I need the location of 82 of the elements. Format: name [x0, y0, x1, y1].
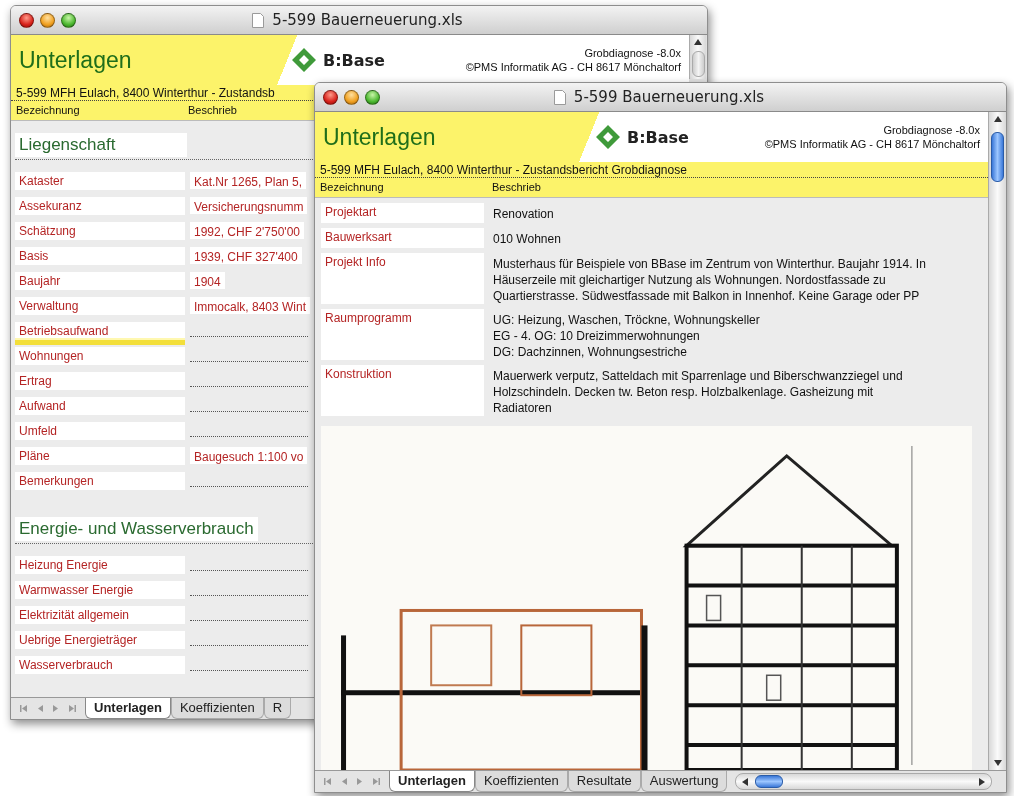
- close-button[interactable]: [323, 89, 338, 105]
- field-label: Raumprogramm: [321, 309, 484, 360]
- sheet-tab[interactable]: Unterlagen: [85, 698, 171, 719]
- vertical-scrollbar[interactable]: [689, 35, 706, 79]
- field-label: Warmwasser Energie: [15, 581, 185, 599]
- zoom-button[interactable]: [365, 89, 380, 105]
- field-label: Wasserverbrauch: [15, 656, 185, 674]
- sheet-tab[interactable]: Koeffizienten: [170, 698, 264, 719]
- field-label: Projektart: [321, 203, 484, 223]
- field-label: Pläne: [15, 447, 185, 465]
- section-title: Liegenschaft: [15, 133, 187, 157]
- field-label: Kataster: [15, 172, 185, 190]
- window-title: 5-599 Bauerneuerung.xls: [272, 11, 463, 29]
- field-value: Immocalk, 8403 Wint: [190, 297, 311, 314]
- field-label: Konstruktion: [321, 365, 484, 416]
- zoom-button[interactable]: [61, 12, 76, 28]
- field-value: Kat.Nr 1265, Plan 5,: [190, 172, 307, 189]
- field-label: Umfeld: [15, 422, 185, 440]
- column-header: Bezeichnung: [320, 181, 385, 193]
- field-value: Holzschindeln. Decken tw. Beton resp. Holzbalkenlage. Gasheizung mit: [493, 384, 875, 400]
- field-label: Aufwand: [15, 397, 185, 415]
- document-icon: [553, 89, 566, 105]
- field-value: Musterhaus für Beispiele von BBase im Zentrum von Winterthur. Baujahr 1914. In: [493, 256, 926, 272]
- field-value: 1939, CHF 327'400: [190, 247, 302, 264]
- sheet-tab[interactable]: R: [263, 698, 292, 719]
- field-label: Projekt Info: [321, 253, 484, 304]
- sheet-heading: Unterlagen: [323, 123, 437, 151]
- field-label: Schätzung: [15, 222, 185, 240]
- copyright-text: ©PMS Informatik AG - CH 8617 Mönchaltorf: [465, 61, 681, 73]
- close-button[interactable]: [19, 12, 34, 28]
- field-value: 1992, CHF 2'750'00: [190, 222, 304, 239]
- field-label: Verwaltung: [15, 297, 185, 315]
- column-header: Beschrieb: [188, 104, 237, 116]
- sheet-tab[interactable]: Koeffizienten: [474, 771, 568, 792]
- field-label: Baujahr: [15, 272, 185, 290]
- window-title: 5-599 Bauerneuerung.xls: [573, 88, 765, 106]
- field-label: Betriebsaufwand: [15, 322, 185, 345]
- sheet-tab[interactable]: Auswertung: [640, 771, 728, 792]
- version-text: Grobdiagnose -8.0x: [584, 47, 681, 59]
- scroll-thumb[interactable]: [691, 51, 705, 77]
- document-icon: [252, 12, 265, 28]
- field-label: Assekuranz: [15, 197, 185, 215]
- logo-text: B:Base: [627, 127, 689, 147]
- horizontal-scrollbar[interactable]: [735, 773, 992, 790]
- field-label: Heizung Energie: [15, 556, 185, 574]
- copyright-text: ©PMS Informatik AG - CH 8617 Mönchaltorf: [764, 138, 980, 150]
- field-label: Uebrige Energieträger: [15, 631, 185, 649]
- scroll-thumb[interactable]: [991, 132, 1004, 182]
- field-value: Häuserzeile mit gleichartiger Nutzung als Wohnungen. Nordostfassade zu: [493, 272, 887, 288]
- minimize-button[interactable]: [344, 89, 359, 105]
- field-label: Bauwerksart: [321, 228, 484, 248]
- field-value: Quartierstrasse. Südwestfassade mit Balkon in Innenhof. Keine Garage oder PP: [493, 288, 921, 304]
- logo-icon: [291, 47, 317, 73]
- field-label: Bemerkungen: [15, 472, 185, 490]
- version-text: Grobdiagnose -8.0x: [883, 124, 980, 136]
- field-label: Wohnungen: [15, 347, 185, 365]
- field-value: Baugesuch 1:100 vo: [190, 447, 308, 464]
- vertical-scrollbar[interactable]: [988, 112, 1006, 770]
- field-label: Ertrag: [15, 372, 185, 390]
- field-value: Mauerwerk verputz, Satteldach mit Sparrenlage und Biberschwanzziegel und: [493, 368, 903, 384]
- sheet-tab[interactable]: Unterlagen: [389, 771, 475, 792]
- minimize-button[interactable]: [40, 12, 55, 28]
- section-title: Energie- und Wasserverbrauch: [15, 517, 258, 541]
- field-value: UG: Heizung, Waschen, Tröckne, Wohnungskeller: [493, 312, 760, 328]
- field-label: Elektrizität allgemein: [15, 606, 185, 624]
- sheet-heading: Unterlagen: [19, 46, 133, 74]
- scroll-thumb[interactable]: [755, 775, 784, 788]
- sheet-subtitle: 5-599 MFH Eulach, 8400 Winterthur - Zustandsbericht Grobdiagnose: [320, 163, 687, 177]
- field-label: Basis: [15, 247, 185, 265]
- field-value: Radiatoren: [493, 400, 553, 416]
- field-value: DG: Dachzinnen, Wohnungsestriche: [493, 344, 688, 360]
- sheet-subtitle: 5-599 MFH Eulach, 8400 Winterthur - Zustandsb: [16, 86, 275, 100]
- column-header: Bezeichnung: [16, 104, 81, 116]
- field-value: 010 Wohnen: [493, 231, 561, 247]
- logo-text: B:Base: [323, 50, 385, 70]
- field-value: 1904: [190, 272, 225, 289]
- field-value: Versicherungsnumm: [190, 197, 308, 214]
- field-value: Renovation: [493, 206, 554, 222]
- logo-icon: [595, 124, 621, 150]
- field-value: EG - 4. OG: 10 Dreizimmerwohnungen: [493, 328, 701, 344]
- sheet-tab[interactable]: Resultate: [567, 771, 641, 792]
- column-header: Beschrieb: [492, 181, 541, 193]
